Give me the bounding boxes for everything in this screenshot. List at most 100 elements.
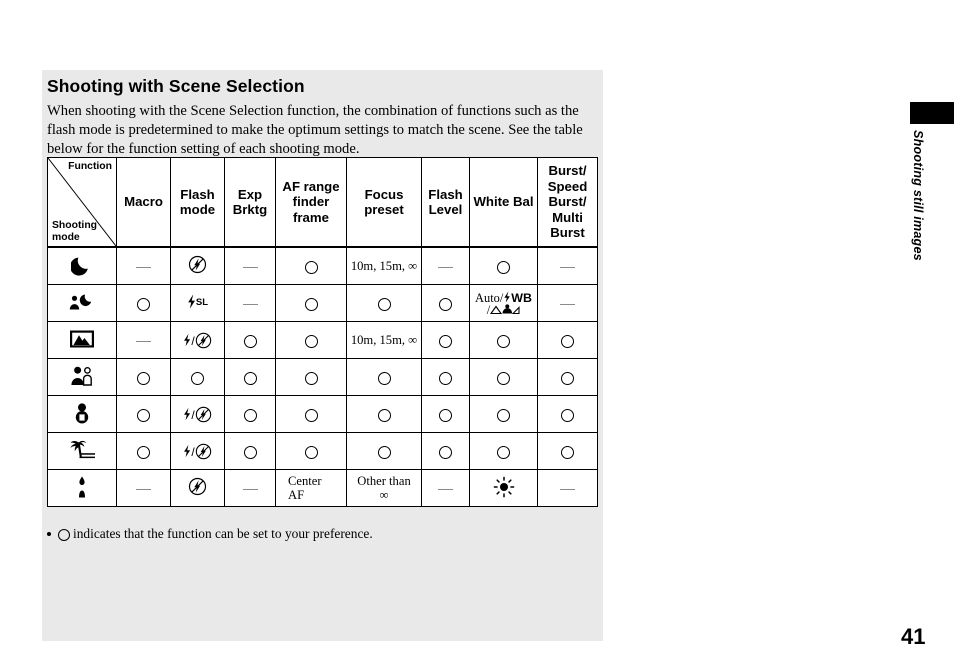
cell-flash [170,246,225,285]
cell-flash-level [421,469,470,507]
cell-focus: 10m, 15m, ∞ [346,321,422,359]
cell-exp [224,395,276,433]
circle-symbol [243,408,257,422]
table-row: 10m, 15m, ∞ [47,246,598,285]
table-row: / 10m, 15m, ∞ [47,321,598,359]
dash-symbol [136,489,151,491]
white-balance-wb-label: WB [511,290,532,305]
cell-flash-level [421,284,470,322]
mode-cell-beach [47,432,117,470]
af-range-line2: AF [288,488,305,502]
soft-snap-people-icon [69,365,95,387]
column-header-exp: Exp Brktg [224,157,276,248]
cell-af [275,284,347,322]
column-axis-label: Function [68,161,112,172]
cell-burst [537,395,598,433]
cell-macro [116,469,171,507]
table-row: / [47,395,598,433]
column-header-flevel: Flash Level [421,157,470,248]
page-number: 41 [901,624,926,649]
cell-focus [346,432,422,470]
circle-symbol [497,260,510,274]
cell-exp [224,469,276,507]
cell-flash: / [170,395,225,433]
cell-flash-level [421,432,470,470]
column-header-af: AF range finder frame [275,157,347,248]
cell-white-balance [469,246,538,285]
circle-symbol [561,445,574,459]
cell-focus [346,358,422,396]
cell-focus [346,395,422,433]
flash-off-icon [188,255,207,274]
circle-symbol [497,445,510,459]
cell-flash-level [421,358,470,396]
flash-off-icon [188,477,207,496]
cell-white-balance [469,395,538,433]
circle-symbol [377,297,391,311]
column-header-focus: Focus preset [346,157,422,248]
circle-symbol [137,297,150,311]
cell-exp [224,358,276,396]
cell-exp [224,284,276,322]
circle-symbol [497,371,510,385]
cell-af: Center AF [275,469,347,507]
circle-symbol [304,371,318,385]
content-panel: Shooting with Scene Selection When shoot… [42,70,603,641]
dash-symbol [560,489,575,491]
beach-palm-tree-icon [67,439,97,460]
candle-icon [74,475,90,499]
circle-symbol [137,445,150,459]
circle-symbol [243,334,257,348]
circle-symbol [497,408,510,422]
table-row: Center AF Other than ∞ [47,469,598,507]
mode-cell-twilight-portrait [47,284,117,322]
cell-macro [116,395,171,433]
cell-burst [537,358,598,396]
table-row: / [47,432,598,470]
focus-preset-value: 10m, 15m, ∞ [350,332,418,347]
column-header-macro: Macro [116,157,171,248]
dash-symbol [438,267,453,269]
circle-symbol [137,371,150,385]
flash-slow-sync-icon: SL [187,294,208,310]
cell-burst [537,432,598,470]
column-header-flash: Flash mode [170,157,225,248]
cell-burst [537,469,598,507]
daylight-sun-icon [493,476,515,498]
cell-exp [224,321,276,359]
cell-flash: SL [170,284,225,322]
cell-focus [346,284,422,322]
cell-burst [537,246,598,285]
wb-preset-icons [490,303,520,314]
dash-symbol [136,267,151,269]
circle-symbol [243,371,257,385]
circle-symbol [439,334,452,348]
cell-white-balance [469,432,538,470]
mode-cell-candle [47,469,117,507]
circle-symbol [304,297,318,311]
dash-symbol [136,341,151,343]
cell-af [275,246,347,285]
circle-symbol [561,408,574,422]
flash-auto-or-off-icon: / [183,443,211,459]
cell-af [275,432,347,470]
cell-exp [224,432,276,470]
dash-symbol [560,267,575,269]
dash-symbol [242,489,258,491]
focus-preset-line2: ∞ [379,488,389,502]
scene-selection-function-table: Function Shooting mode Macro Flash mode … [47,157,598,507]
dash-symbol [242,267,258,269]
cell-white-balance [469,321,538,359]
flash-auto-or-off-icon: / [183,332,211,348]
circle-symbol [561,334,574,348]
row-axis-label: Shooting mode [52,220,98,243]
cell-flash: / [170,321,225,359]
mode-cell-soft-snap [47,358,117,396]
twilight-moon-icon [70,254,93,276]
side-tab-bar [910,102,954,124]
bullet-icon [47,531,51,536]
circle-symbol [243,445,257,459]
circle-symbol [497,334,510,348]
circle-symbol [439,297,452,311]
white-balance-second-line: / [470,303,537,317]
